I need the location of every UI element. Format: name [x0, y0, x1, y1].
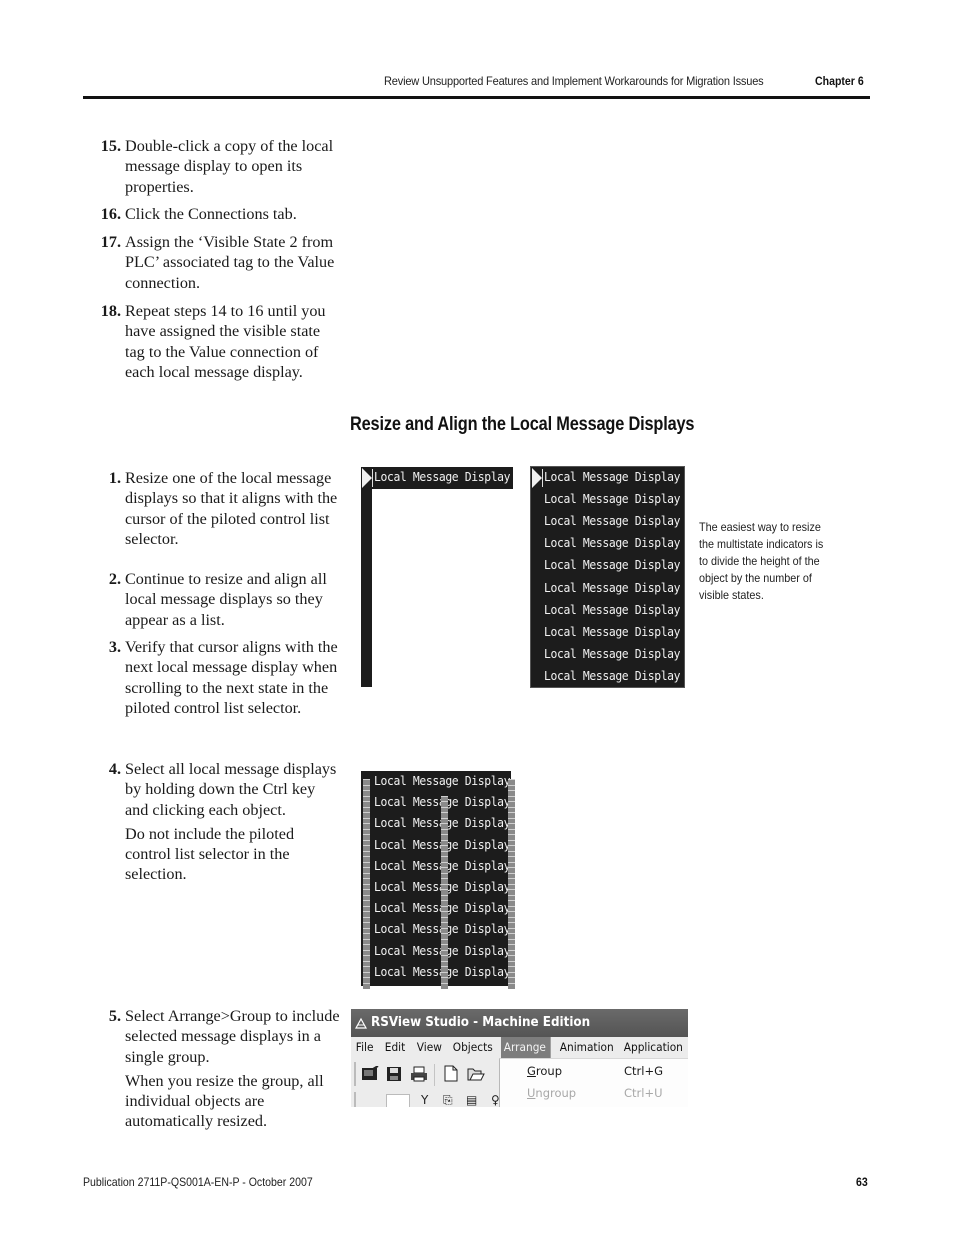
cursor-arrow-icon — [362, 468, 372, 488]
paste-icon[interactable]: ▤ — [466, 1093, 477, 1107]
display-row: Local Message Display — [544, 514, 681, 529]
menu-application[interactable]: Application — [621, 1037, 686, 1058]
step-number: 5. — [108, 1007, 121, 1025]
display-row: Local Message Display — [544, 558, 681, 573]
display-row: Local Message Display — [544, 668, 681, 683]
display-row: Local Message Display — [544, 536, 681, 551]
label-rest: roup — [535, 1064, 563, 1078]
header-rule — [83, 96, 870, 99]
toolbar-separator — [434, 1064, 435, 1086]
menu-bar: File Edit View Objects Arrange Animation… — [351, 1037, 688, 1058]
display-row: Local Message Display — [544, 646, 681, 661]
toolbar-combo[interactable] — [386, 1094, 410, 1107]
side-note: The easiest way to resize the multistate… — [699, 520, 824, 602]
step-text: Continue to resize and align all local m… — [125, 570, 327, 629]
window-title: RSView Studio - Machine Edition — [371, 1015, 591, 1030]
step-number: 15. — [100, 137, 121, 155]
display-row: Local Message Display — [544, 470, 681, 484]
menu-arrange[interactable]: Arrange — [501, 1037, 551, 1058]
chapter-label: Chapter 6 — [815, 74, 864, 88]
step-number: 16. — [100, 205, 121, 223]
figure-selected-displays: Local Message Display Local Message Displ… — [361, 771, 515, 989]
step-1: 1. Resize one of the local message displ… — [109, 468, 340, 549]
menu-animation[interactable]: Animation — [557, 1037, 616, 1058]
step-number: 4. — [108, 760, 121, 778]
step-text: Assign the ‘Visible State 2 from PLC’ as… — [125, 233, 335, 292]
menu-item-label: Ungroup — [527, 1082, 576, 1104]
new-icon[interactable] — [444, 1065, 458, 1082]
section-title: Resize and Align the Local Message Displ… — [350, 414, 695, 435]
selected-display-row: Local Message Display — [374, 774, 511, 788]
cursor-arrow-icon — [532, 468, 542, 488]
step-16: 16. Click the Connections tab. — [101, 204, 340, 224]
selection-handle[interactable] — [441, 982, 448, 989]
piloted-list-selector-bar — [361, 467, 372, 687]
step-number: 2. — [108, 570, 121, 588]
title-bar: RSView Studio - Machine Edition — [351, 1009, 688, 1037]
step-text: Select all local message displays by hol… — [125, 760, 337, 819]
menu-file[interactable]: File — [353, 1037, 376, 1058]
step-18: 18. Repeat steps 14 to 16 until you have… — [101, 301, 340, 382]
step-5: 5. Select Arrange>Group to include selec… — [109, 1006, 340, 1132]
menu-view[interactable]: View — [414, 1037, 445, 1058]
step-text: Verify that cursor aligns with the next … — [125, 638, 338, 717]
step-17: 17. Assign the ‘Visible State 2 from PLC… — [101, 232, 340, 293]
toolbar-grip — [354, 1062, 356, 1086]
running-head-title: Review Unsupported Features and Implemen… — [384, 74, 764, 88]
save-icon[interactable] — [386, 1066, 402, 1082]
step-text: Select Arrange>Group to include selected… — [125, 1007, 340, 1066]
step-3: 3. Verify that cursor aligns with the ne… — [109, 637, 340, 718]
label-rest: ngroup — [535, 1086, 577, 1100]
menu-objects[interactable]: Objects — [450, 1037, 495, 1058]
local-message-display: Local Message Display — [361, 467, 513, 489]
rsview-window: RSView Studio - Machine Edition File Edi… — [351, 1009, 688, 1107]
step-number: 17. — [100, 233, 121, 251]
copy-icon[interactable]: ⎘ — [443, 1093, 453, 1107]
step-note: When you resize the group, all individua… — [125, 1071, 324, 1131]
app-icon — [355, 1017, 367, 1029]
toolbar-grip — [354, 1092, 356, 1107]
figure-display-list: Local Message Display Local Message Displ… — [530, 466, 685, 688]
menu-edit[interactable]: Edit — [382, 1037, 408, 1058]
display-label: Local Message Display — [374, 470, 511, 484]
step-15: 15. Double-click a copy of the local mes… — [101, 136, 340, 197]
step-number: 18. — [100, 302, 121, 320]
page-number: 63 — [856, 1175, 868, 1189]
project-icon[interactable] — [361, 1066, 379, 1082]
arrange-dropdown-menu: Group Ctrl+G Ungroup Ctrl+U — [499, 1058, 688, 1107]
toolbar: Y ⎘ ▤ ♀ — [351, 1058, 501, 1107]
step-text: Repeat steps 14 to 16 until you have ass… — [125, 302, 326, 381]
menu-item-ungroup[interactable]: Ungroup Ctrl+U — [500, 1082, 688, 1104]
selection-handle[interactable] — [508, 982, 515, 989]
publication-footer: Publication 2711P-QS001A-EN-P - October … — [83, 1175, 313, 1189]
display-row: Local Message Display — [544, 492, 681, 507]
step-text: Double-click a copy of the local message… — [125, 137, 334, 196]
open-icon[interactable] — [467, 1066, 485, 1081]
step-text: Click the Connections tab. — [125, 205, 297, 223]
print-icon[interactable] — [410, 1066, 428, 1082]
step-note: Do not include the piloted control list … — [125, 824, 295, 884]
cursor-line — [542, 469, 543, 487]
display-row: Local Message Display — [544, 580, 681, 595]
display-row: Local Message Display — [544, 624, 681, 639]
cut-icon[interactable]: Y — [421, 1093, 428, 1107]
menu-item-shortcut: Ctrl+U — [624, 1086, 663, 1100]
menu-item-group[interactable]: Group Ctrl+G — [500, 1060, 688, 1082]
menu-item-label: Group — [527, 1060, 562, 1082]
step-number: 1. — [108, 469, 121, 487]
menu-item-shortcut: Ctrl+G — [624, 1064, 664, 1078]
mnemonic: G — [527, 1064, 536, 1078]
step-text: Resize one of the local message displays… — [125, 469, 338, 548]
step-4: 4. Select all local message displays by … — [109, 759, 340, 885]
cursor-line — [372, 469, 373, 487]
step-2: 2. Continue to resize and align all loca… — [109, 569, 340, 630]
step-number: 3. — [108, 638, 121, 656]
display-row: Local Message Display — [544, 602, 681, 617]
selection-handle[interactable] — [363, 982, 370, 989]
